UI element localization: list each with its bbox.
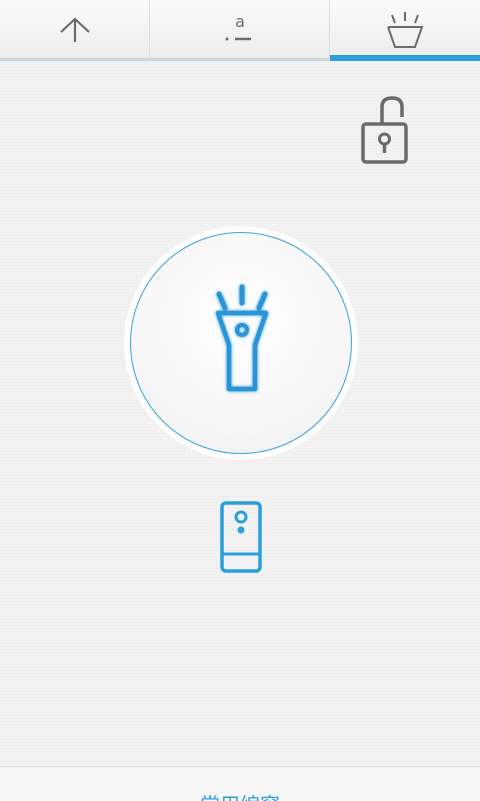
text-icon: a bbox=[225, 13, 251, 41]
screen-light-button[interactable] bbox=[216, 500, 266, 574]
top-tab-bar: a bbox=[0, 0, 480, 61]
flashlight-icon bbox=[215, 284, 269, 392]
flashlight-tab-icon bbox=[387, 12, 424, 48]
text-icon-glyph: a bbox=[235, 13, 245, 31]
tab-indicator bbox=[150, 58, 329, 61]
tab-indicator-active bbox=[330, 55, 480, 61]
unlocked-padlock-icon bbox=[361, 96, 408, 164]
lock-button[interactable] bbox=[358, 95, 414, 167]
tab-indicator bbox=[0, 58, 149, 61]
tab-text[interactable]: a bbox=[150, 0, 330, 61]
home-icon bbox=[59, 17, 90, 42]
bottom-bar-label: 常用编窗 bbox=[0, 789, 480, 801]
flashlight-toggle-button[interactable] bbox=[130, 232, 352, 454]
tab-home[interactable] bbox=[0, 0, 150, 61]
bottom-bar[interactable]: 常用编窗 bbox=[0, 766, 480, 801]
phone-screen-light-icon bbox=[220, 501, 262, 573]
tab-flashlight[interactable] bbox=[330, 0, 480, 61]
